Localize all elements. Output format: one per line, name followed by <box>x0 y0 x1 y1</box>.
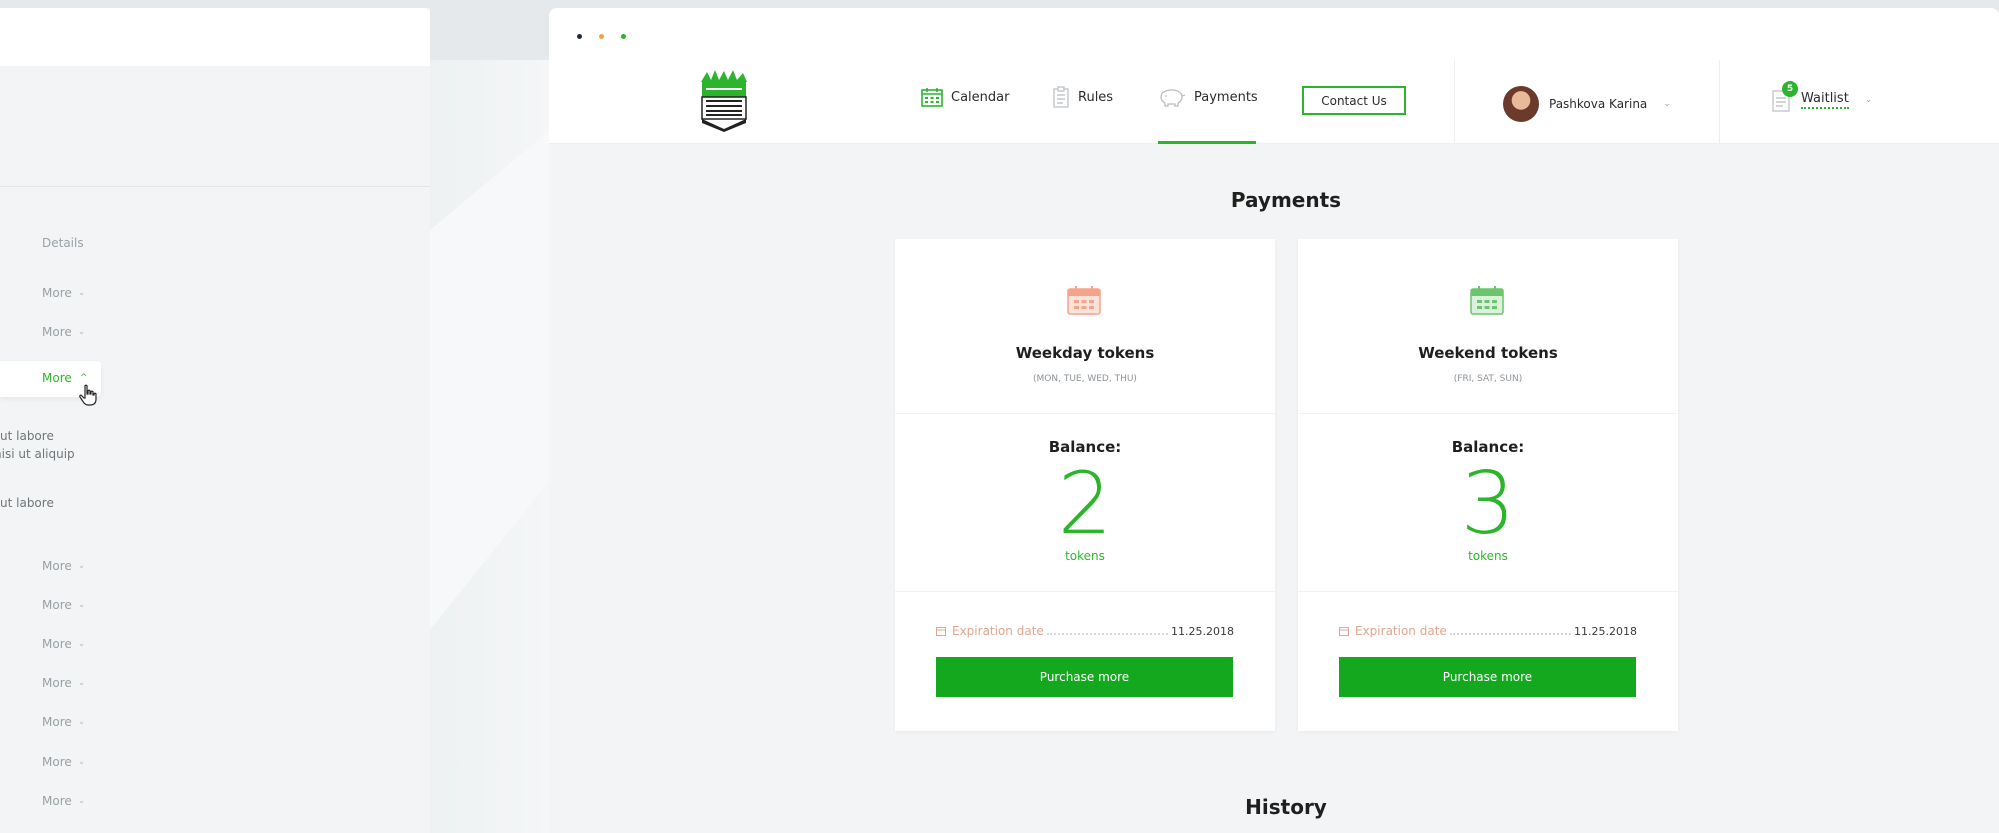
top-navigation: Calendar Rules Payments Contact Us Pashk… <box>549 8 1999 144</box>
frisco-fresh-market-logo[interactable] <box>697 68 751 132</box>
nav-rules[interactable]: Rules <box>1052 86 1113 108</box>
dotted-leader <box>1046 627 1169 635</box>
weekday-tokens-card: Weekday tokens (MON, TUE, WED, THU) Bala… <box>895 239 1275 731</box>
avatar <box>1503 86 1539 122</box>
left-text-line: ut labore <box>0 496 54 510</box>
waitlist-icon: 5 <box>1771 81 1798 112</box>
window-dot[interactable] <box>577 34 582 39</box>
expiration-row: Expiration date 11.25.2018 <box>936 624 1234 638</box>
expiration-label: Expiration date <box>952 624 1044 638</box>
card-title: Weekend tokens <box>1418 344 1558 362</box>
card-header: Weekday tokens (MON, TUE, WED, THU) <box>895 239 1275 414</box>
balance-section: Balance: 3 tokens <box>1298 414 1678 592</box>
chevron-down-icon: ⌄ <box>77 600 86 610</box>
active-tab-indicator <box>1158 141 1256 144</box>
calendar-icon <box>1470 286 1504 315</box>
card-title: Weekday tokens <box>1015 344 1155 362</box>
left-text-line: ut labore <box>0 429 54 443</box>
expiration-date: 11.25.2018 <box>1171 624 1234 638</box>
payments-title: Payments <box>1230 188 1342 212</box>
clipboard-icon <box>1053 86 1069 108</box>
more-toggle[interactable]: More⌄ <box>42 676 85 690</box>
balance-unit: tokens <box>1468 549 1508 563</box>
chevron-down-icon: ⌄ <box>1864 95 1873 105</box>
balance-value: 3 <box>1460 454 1516 554</box>
chevron-down-icon: ⌄ <box>77 327 86 337</box>
waitlist-count-badge: 5 <box>1782 81 1798 97</box>
balance-section: Balance: 2 tokens <box>895 414 1275 592</box>
chevron-down-icon: ⌄ <box>77 288 86 298</box>
more-toggle[interactable]: More⌄ <box>42 715 85 729</box>
details-link[interactable]: Details <box>42 236 84 250</box>
more-toggle[interactable]: More ⌄ <box>42 325 85 339</box>
piggy-bank-icon <box>1160 89 1186 107</box>
more-toggle[interactable]: More⌄ <box>42 598 85 612</box>
dotted-leader <box>1449 627 1572 635</box>
chevron-down-icon: ⌄ <box>77 678 86 688</box>
waitlist-label: Waitlist <box>1801 91 1849 109</box>
expiration-row: Expiration date 11.25.2018 <box>1339 624 1637 638</box>
calendar-icon <box>921 88 943 107</box>
weekend-tokens-card: Weekend tokens (FRI, SAT, SUN) Balance: … <box>1298 239 1678 731</box>
chevron-up-icon: ^ <box>80 373 88 383</box>
chevron-down-icon: ⌄ <box>77 639 86 649</box>
purchase-more-button[interactable]: Purchase more <box>1339 657 1636 697</box>
divider <box>1454 60 1455 144</box>
main-window: Calendar Rules Payments Contact Us Pashk… <box>549 8 1999 833</box>
chevron-down-icon: ⌄ <box>77 561 86 571</box>
left-text-line: nisi ut aliquip <box>0 447 75 461</box>
background-window-topbar <box>0 8 430 66</box>
nav-payments[interactable]: Payments <box>1158 86 1258 108</box>
contact-us-button[interactable]: Contact Us <box>1302 86 1406 115</box>
background-window: Details More ⌄ More ⌄ More ^ ut labore n… <box>0 8 430 833</box>
calendar-small-icon <box>936 627 946 636</box>
more-toggle[interactable]: More⌄ <box>42 794 85 808</box>
calendar-icon <box>1067 286 1101 315</box>
expiration-label: Expiration date <box>1355 624 1447 638</box>
card-days: (MON, TUE, WED, THU) <box>1033 374 1137 384</box>
calendar-small-icon <box>1339 627 1349 636</box>
hand-cursor-icon <box>79 384 97 406</box>
more-toggle[interactable]: More⌄ <box>42 559 85 573</box>
chevron-down-icon: ⌄ <box>77 717 86 727</box>
nav-calendar[interactable]: Calendar <box>921 86 1009 108</box>
card-header: Weekend tokens (FRI, SAT, SUN) <box>1298 239 1678 414</box>
more-toggle[interactable]: More⌄ <box>42 637 85 651</box>
more-toggle[interactable]: More ⌄ <box>42 286 85 300</box>
more-toggle[interactable]: More⌄ <box>42 755 85 769</box>
divider <box>0 186 430 187</box>
history-title: History <box>1245 795 1327 819</box>
nav-rules-label: Rules <box>1078 89 1114 105</box>
balance-value: 2 <box>1057 454 1113 554</box>
nav-payments-label: Payments <box>1194 89 1258 105</box>
chevron-down-icon: ⌄ <box>77 757 86 767</box>
divider <box>1719 60 1720 144</box>
user-name: Pashkova Karina <box>1549 97 1648 111</box>
window-dot[interactable] <box>621 34 626 39</box>
purchase-more-button[interactable]: Purchase more <box>936 657 1233 697</box>
nav-calendar-label: Calendar <box>951 89 1010 105</box>
waitlist-menu[interactable]: 5 Waitlist ⌄ <box>1771 81 1873 112</box>
chevron-down-icon: ⌄ <box>1663 99 1671 109</box>
window-dot[interactable] <box>599 34 604 39</box>
balance-unit: tokens <box>1065 549 1105 563</box>
card-days: (FRI, SAT, SUN) <box>1453 374 1523 384</box>
chevron-down-icon: ⌄ <box>77 796 86 806</box>
expiration-date: 11.25.2018 <box>1574 624 1637 638</box>
user-menu[interactable]: Pashkova Karina ⌄ <box>1503 86 1671 122</box>
